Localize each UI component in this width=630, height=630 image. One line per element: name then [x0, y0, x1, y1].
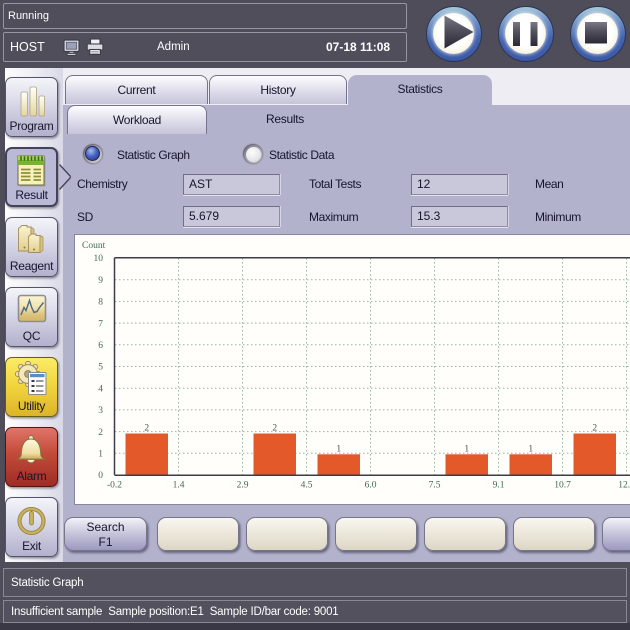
- svg-text:Count: Count: [82, 241, 106, 251]
- svg-text:9.1: 9.1: [493, 481, 505, 491]
- svg-text:1.4: 1.4: [173, 481, 185, 491]
- svg-text:10: 10: [94, 254, 104, 264]
- svg-text:2: 2: [592, 424, 597, 434]
- svg-text:8: 8: [98, 298, 103, 308]
- svg-text:7.5: 7.5: [429, 481, 441, 491]
- svg-text:2: 2: [98, 428, 103, 438]
- svg-text:1: 1: [464, 444, 469, 454]
- svg-text:4.5: 4.5: [301, 481, 313, 491]
- svg-text:2: 2: [272, 424, 277, 434]
- svg-text:0: 0: [98, 471, 103, 481]
- svg-text:4: 4: [98, 384, 103, 394]
- svg-text:10.7: 10.7: [554, 481, 571, 491]
- svg-text:2: 2: [144, 424, 149, 434]
- svg-text:6.0: 6.0: [365, 481, 377, 491]
- svg-text:-0.2: -0.2: [107, 481, 122, 491]
- svg-text:6: 6: [98, 341, 103, 351]
- svg-text:3: 3: [98, 406, 103, 416]
- svg-text:2.9: 2.9: [237, 481, 249, 491]
- svg-text:1: 1: [98, 450, 103, 460]
- svg-text:1: 1: [336, 444, 341, 454]
- svg-text:1: 1: [528, 444, 533, 454]
- svg-text:5: 5: [98, 363, 103, 373]
- svg-text:12.2: 12.2: [618, 481, 630, 491]
- svg-text:7: 7: [98, 319, 103, 329]
- svg-text:9: 9: [98, 276, 103, 286]
